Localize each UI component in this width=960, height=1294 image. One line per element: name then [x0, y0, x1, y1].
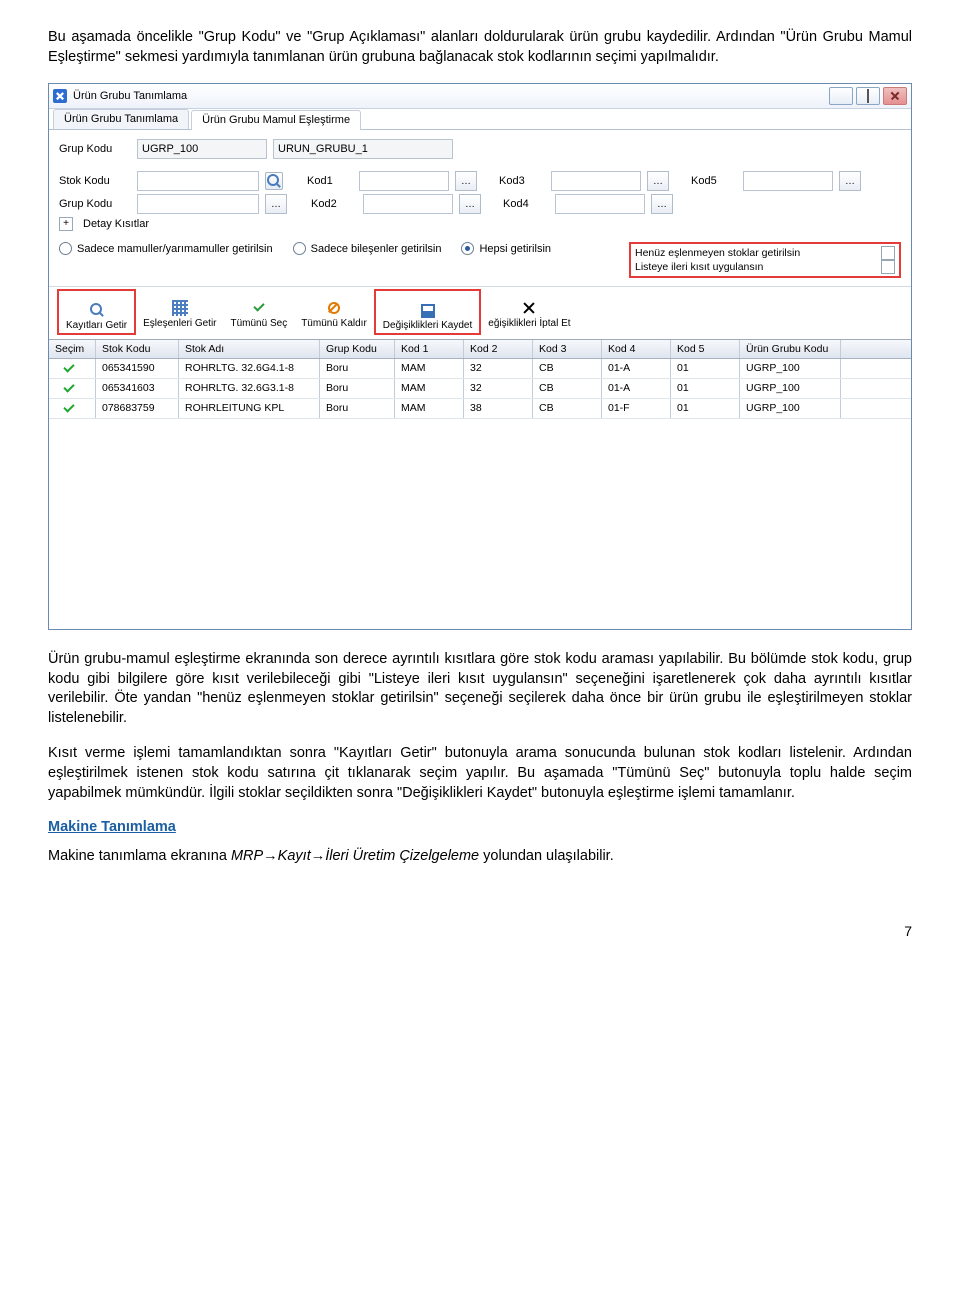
table-row[interactable]: 065341603ROHRLTG. 32.6G3.1-8BoruMAM32CB0…: [49, 379, 911, 399]
minimize-button[interactable]: [829, 87, 853, 105]
paragraph-2: Ürün grubu-mamul eşleştirme ekranında so…: [48, 650, 912, 728]
intro-paragraph: Bu aşamada öncelikle "Grup Kodu" ve "Gru…: [48, 28, 912, 67]
data-grid: Seçim Stok Kodu Stok Adı Grup Kodu Kod 1…: [49, 339, 911, 629]
grup-kodu2-lookup-button[interactable]: …: [265, 194, 287, 214]
grup-kodu-field: UGRP_100: [137, 139, 267, 159]
degisiklikleri-iptal-button[interactable]: eğişiklikleri İptal Et: [481, 289, 577, 331]
app-window: Ürün Grubu Tanımlama Ürün Grubu Tanımlam…: [48, 83, 912, 630]
tab-tanimlama[interactable]: Ürün Grubu Tanımlama: [53, 109, 189, 129]
col-secim[interactable]: Seçim: [49, 340, 96, 358]
grup-kodu-aciklama-field: URUN_GRUBU_1: [273, 139, 453, 159]
radio-hepsi[interactable]: Hepsi getirilsin: [461, 242, 551, 255]
kod1-input[interactable]: [359, 171, 449, 191]
kod2-input[interactable]: [363, 194, 453, 214]
minus-circle-icon: [326, 300, 342, 316]
magnifier-icon: [89, 302, 105, 318]
kod3-lookup-button[interactable]: …: [647, 171, 669, 191]
window-title: Ürün Grubu Tanımlama: [73, 90, 187, 102]
toolbar: Kayıtları Getir Eşleşenleri Getir Tümünü…: [49, 286, 911, 339]
window-icon: [53, 89, 67, 103]
grid-icon: [172, 300, 188, 316]
label-kod5: Kod5: [691, 175, 737, 187]
tumunu-sec-button[interactable]: Tümünü Seç: [224, 289, 295, 331]
check-henuz-label: Henüz eşlenmeyen stoklar getirilsin: [635, 247, 800, 259]
table-row[interactable]: 078683759ROHRLEITUNG KPLBoruMAM38CB01-F0…: [49, 399, 911, 419]
col-kod4[interactable]: Kod 4: [602, 340, 671, 358]
col-stok-adi[interactable]: Stok Adı: [179, 340, 320, 358]
col-kod5[interactable]: Kod 5: [671, 340, 740, 358]
label-grup-kodu2: Grup Kodu: [59, 198, 131, 210]
kod1-lookup-button[interactable]: …: [455, 171, 477, 191]
col-kod1[interactable]: Kod 1: [395, 340, 464, 358]
detay-kisitlar-label: Detay Kısıtlar: [83, 218, 149, 230]
check-icon: [55, 402, 89, 415]
check-icon: [55, 382, 89, 395]
kod2-lookup-button[interactable]: …: [459, 194, 481, 214]
kod4-input[interactable]: [555, 194, 645, 214]
col-kod2[interactable]: Kod 2: [464, 340, 533, 358]
kod5-input[interactable]: [743, 171, 833, 191]
close-button[interactable]: [883, 87, 907, 105]
check-highlight-box: Henüz eşlenmeyen stoklar getirilsin List…: [629, 242, 901, 278]
col-stok-kodu[interactable]: Stok Kodu: [96, 340, 179, 358]
table-row[interactable]: 065341590ROHRLTG. 32.6G4.1-8BoruMAM32CB0…: [49, 359, 911, 379]
label-kod2: Kod2: [311, 198, 357, 210]
paragraph-4: Makine tanımlama ekranına MRP→Kayıt→İler…: [48, 847, 912, 867]
col-grup-kodu[interactable]: Grup Kodu: [320, 340, 395, 358]
col-urun-grubu[interactable]: Ürün Grubu Kodu: [740, 340, 841, 358]
paragraph-3: Kısıt verme işlemi tamamlandıktan sonra …: [48, 744, 912, 803]
tumunu-kaldir-button[interactable]: Tümünü Kaldır: [294, 289, 374, 331]
tabstrip: Ürün Grubu Tanımlama Ürün Grubu Mamul Eş…: [49, 109, 911, 130]
maximize-button[interactable]: [856, 87, 880, 105]
tab-eslestirme[interactable]: Ürün Grubu Mamul Eşleştirme: [191, 110, 361, 130]
grup-kodu2-input[interactable]: [137, 194, 259, 214]
label-kod4: Kod4: [503, 198, 549, 210]
stok-kodu-lookup-button[interactable]: [265, 172, 283, 190]
degisiklikleri-kaydet-button[interactable]: Değişiklikleri Kaydet: [374, 289, 481, 335]
radio-bilesenler[interactable]: Sadece bileşenler getirilsin: [293, 242, 442, 255]
radio-mamuller[interactable]: Sadece mamuller/yarımamuller getirilsin: [59, 242, 273, 255]
page-number: 7: [48, 923, 912, 939]
magnifier-icon: [266, 173, 282, 189]
check-icon: [251, 300, 267, 316]
check-listeye-label: Listeye ileri kısıt uygulansın: [635, 261, 763, 273]
label-stok-kodu: Stok Kodu: [59, 175, 131, 187]
kod3-input[interactable]: [551, 171, 641, 191]
eslesenleri-getir-button[interactable]: Eşleşenleri Getir: [136, 289, 223, 331]
kod5-lookup-button[interactable]: …: [839, 171, 861, 191]
stok-kodu-input[interactable]: [137, 171, 259, 191]
label-grup-kodu: Grup Kodu: [59, 143, 131, 155]
kayitlari-getir-button[interactable]: Kayıtları Getir: [57, 289, 136, 335]
check-henuz[interactable]: [881, 246, 895, 260]
heading-makine-tanimlama: Makine Tanımlama: [48, 819, 912, 835]
cancel-icon: [521, 300, 537, 316]
save-icon: [421, 304, 435, 318]
label-kod3: Kod3: [499, 175, 545, 187]
titlebar: Ürün Grubu Tanımlama: [49, 84, 911, 109]
col-kod3[interactable]: Kod 3: [533, 340, 602, 358]
kod4-lookup-button[interactable]: …: [651, 194, 673, 214]
check-listeye[interactable]: [881, 260, 895, 274]
detay-expander[interactable]: +: [59, 217, 73, 231]
check-icon: [55, 362, 89, 375]
label-kod1: Kod1: [307, 175, 353, 187]
